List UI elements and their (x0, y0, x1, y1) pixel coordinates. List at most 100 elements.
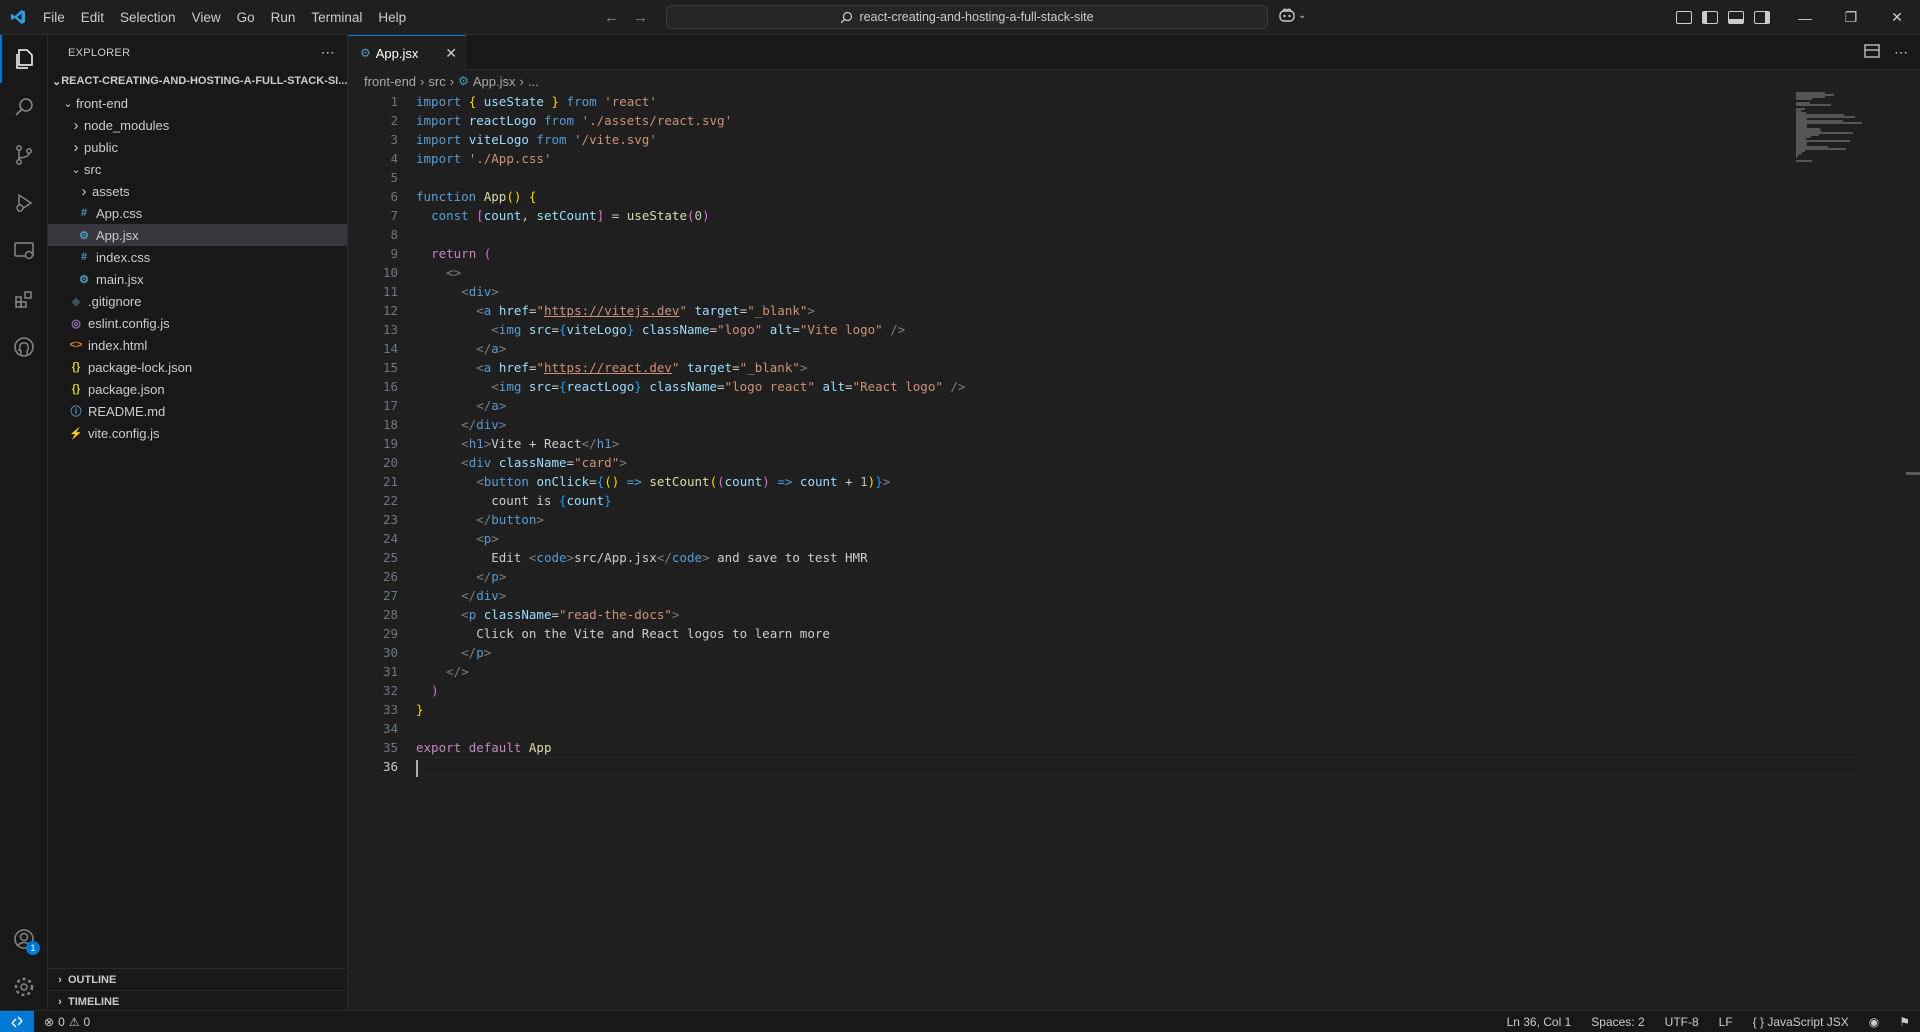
code-editor[interactable]: 1 2 3 4 5 6 7 8 9 10 11 12 13 14 15 16 17 18 19 20 21 22 23 24 2… (348, 92, 1920, 1010)
run-debug-icon[interactable] (0, 179, 48, 227)
code-line[interactable]: <div> (416, 282, 1856, 301)
breadcrumb-symbol[interactable]: ... (528, 74, 539, 89)
search-icon[interactable] (0, 83, 48, 131)
problems-indicator[interactable]: ⊗ 0 ⚠ 0 (34, 1015, 90, 1029)
menu-view[interactable]: View (184, 0, 229, 35)
tree-item[interactable]: ◎ eslint.config.js (48, 312, 347, 334)
settings-gear-icon[interactable] (0, 963, 48, 1011)
command-center-search[interactable]: react-creating-and-hosting-a-full-stack-… (666, 5, 1268, 29)
language-mode[interactable]: { } JavaScript JSX (1753, 1015, 1849, 1029)
tree-item[interactable]: ⌄ src (48, 158, 347, 180)
tree-item[interactable]: › node_modules (48, 114, 347, 136)
tree-item[interactable]: # App.css (48, 202, 347, 224)
notifications-bell-icon[interactable]: ⚑ (1899, 1015, 1910, 1029)
tree-item[interactable]: › public (48, 136, 347, 158)
code-line[interactable]: Edit <code>src/App.jsx</code> and save t… (416, 548, 1856, 567)
code-line[interactable]: <p className="read-the-docs"> (416, 605, 1856, 624)
tree-item[interactable]: ⌄ front-end (48, 92, 347, 114)
github-icon[interactable] (0, 323, 48, 371)
minimap[interactable] (1796, 92, 1876, 172)
end-of-line[interactable]: LF (1719, 1015, 1733, 1029)
toggle-secondary-sidebar-icon[interactable] (1754, 11, 1770, 24)
remote-indicator-icon[interactable] (0, 1010, 34, 1032)
code-line[interactable]: <img src={viteLogo} className="logo" alt… (416, 320, 1856, 339)
code-line[interactable]: return ( (416, 244, 1856, 263)
cursor-position[interactable]: Ln 36, Col 1 (1507, 1015, 1572, 1029)
tree-item[interactable]: ⚡ vite.config.js (48, 422, 347, 444)
tree-item[interactable]: {} package.json (48, 378, 347, 400)
breadcrumb-front-end[interactable]: front-end (364, 74, 416, 89)
more-actions-icon[interactable]: ⋯ (321, 44, 335, 61)
code-line[interactable]: import { useState } from 'react' (416, 92, 1856, 111)
code-line[interactable]: </button> (416, 510, 1856, 529)
tree-item[interactable]: <> index.html (48, 334, 347, 356)
encoding[interactable]: UTF-8 (1665, 1015, 1699, 1029)
code-line[interactable]: } (416, 700, 1856, 719)
customize-layout-icon[interactable] (1676, 11, 1692, 24)
code-line[interactable]: </a> (416, 339, 1856, 358)
code-line[interactable]: </> (416, 662, 1856, 681)
tab-app-jsx[interactable]: ⚙ App.jsx ✕ (348, 35, 466, 70)
code-line[interactable]: function App() { (416, 187, 1856, 206)
back-arrow-icon[interactable]: ← (604, 9, 619, 26)
tree-item[interactable]: ◆ .gitignore (48, 290, 347, 312)
restore-icon[interactable]: ❐ (1828, 0, 1874, 35)
remote-explorer-icon[interactable] (0, 227, 48, 275)
code-line[interactable]: <a href="https://react.dev" target="_bla… (416, 358, 1856, 377)
code-line[interactable]: <> (416, 263, 1856, 282)
code-line[interactable] (416, 757, 1856, 777)
code-line[interactable]: import './App.css' (416, 149, 1856, 168)
tree-item[interactable]: ⚙ App.jsx (48, 224, 347, 246)
code-line[interactable]: <img src={reactLogo} className="logo rea… (416, 377, 1856, 396)
code-line[interactable]: count is {count} (416, 491, 1856, 510)
workspace-root[interactable]: ⌄ REACT-CREATING-AND-HOSTING-A-FULL-STAC… (48, 70, 347, 92)
minimize-icon[interactable]: — (1782, 0, 1828, 35)
scrollbar-thumb[interactable] (1906, 472, 1920, 475)
code-line[interactable] (416, 719, 1856, 738)
menu-selection[interactable]: Selection (112, 0, 184, 35)
code-line[interactable]: </div> (416, 586, 1856, 605)
code-line[interactable]: import viteLogo from '/vite.svg' (416, 130, 1856, 149)
code-line[interactable]: <p> (416, 529, 1856, 548)
code-line[interactable]: const [count, setCount] = useState(0) (416, 206, 1856, 225)
code-line[interactable]: </p> (416, 643, 1856, 662)
code-area[interactable]: import { useState } from 'react' import r… (416, 92, 1856, 777)
copilot-button[interactable]: ⌄ (1278, 7, 1306, 23)
extensions-icon[interactable] (0, 275, 48, 323)
code-line[interactable]: <h1>Vite + React</h1> (416, 434, 1856, 453)
breadcrumb-src[interactable]: src (428, 74, 445, 89)
code-line[interactable]: <div className="card"> (416, 453, 1856, 472)
code-line[interactable]: </a> (416, 396, 1856, 415)
code-line[interactable]: Click on the Vite and React logos to lea… (416, 624, 1856, 643)
timeline-section[interactable]: › TIMELINE (48, 990, 347, 1012)
tree-item[interactable]: ⓘ README.md (48, 400, 347, 422)
code-line[interactable]: <a href="https://vitejs.dev" target="_bl… (416, 301, 1856, 320)
code-line[interactable]: export default App (416, 738, 1856, 757)
more-actions-icon[interactable]: ⋯ (1894, 44, 1908, 61)
code-line[interactable] (416, 168, 1856, 187)
indentation[interactable]: Spaces: 2 (1591, 1015, 1644, 1029)
tree-item[interactable]: {} package-lock.json (48, 356, 347, 378)
close-tab-icon[interactable]: ✕ (445, 45, 457, 62)
menu-terminal[interactable]: Terminal (303, 0, 370, 35)
explorer-icon[interactable] (0, 35, 48, 83)
toggle-primary-sidebar-icon[interactable] (1702, 11, 1718, 24)
outline-section[interactable]: › OUTLINE (48, 968, 347, 990)
tree-item[interactable]: ⚙ main.jsx (48, 268, 347, 290)
editor-scrollbar[interactable] (1906, 92, 1920, 1010)
toggle-panel-icon[interactable] (1728, 11, 1744, 24)
code-line[interactable] (416, 225, 1856, 244)
menu-help[interactable]: Help (370, 0, 414, 35)
menu-edit[interactable]: Edit (73, 0, 112, 35)
menu-go[interactable]: Go (229, 0, 263, 35)
tree-item[interactable]: # index.css (48, 246, 347, 268)
code-line[interactable]: import reactLogo from './assets/react.sv… (416, 111, 1856, 130)
breadcrumb-app-jsx[interactable]: App.jsx (473, 74, 516, 89)
accounts-icon[interactable]: 1 (0, 915, 48, 963)
code-line[interactable]: ) (416, 681, 1856, 700)
code-line[interactable]: </div> (416, 415, 1856, 434)
forward-arrow-icon[interactable]: → (633, 9, 648, 26)
menu-run[interactable]: Run (263, 0, 304, 35)
close-icon[interactable]: ✕ (1874, 0, 1920, 35)
split-editor-icon[interactable] (1864, 44, 1880, 61)
